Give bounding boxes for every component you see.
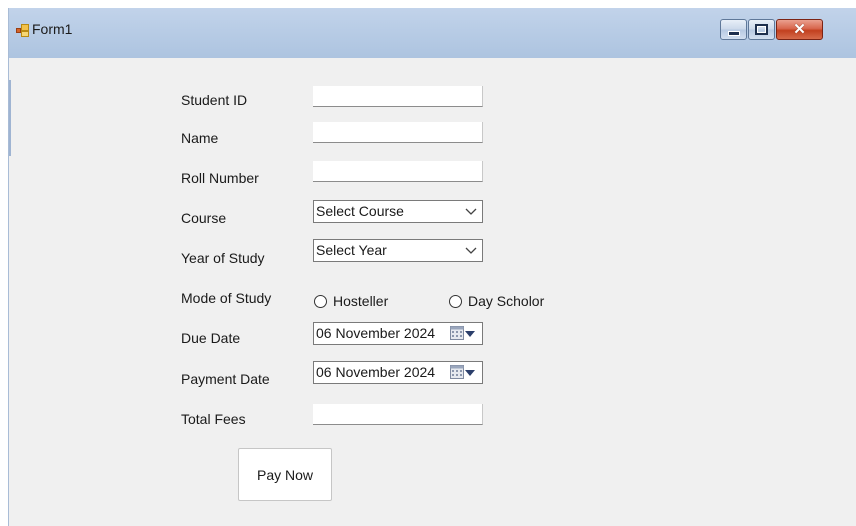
- hosteller-radio-label: Hosteller: [333, 293, 389, 309]
- radio-circle-icon: [314, 294, 327, 308]
- form-app-icon: [16, 24, 29, 37]
- name-input[interactable]: [313, 122, 483, 143]
- day-scholor-radio-label: Day Scholor: [468, 293, 545, 309]
- chevron-down-icon: [465, 247, 477, 254]
- payment-date-label: Payment Date: [181, 371, 270, 387]
- title-bar[interactable]: Form1 ✕: [9, 8, 856, 58]
- dropdown-arrow-icon[interactable]: [465, 370, 475, 376]
- course-label: Course: [181, 210, 227, 226]
- pay-now-button[interactable]: Pay Now: [238, 448, 332, 501]
- minimize-button[interactable]: [720, 19, 747, 40]
- close-button[interactable]: ✕: [776, 19, 823, 40]
- maximize-button[interactable]: [748, 19, 775, 40]
- year-dropdown[interactable]: Select Year: [313, 239, 483, 262]
- dropdown-arrow-icon[interactable]: [465, 331, 475, 337]
- total-fees-input[interactable]: [313, 404, 483, 425]
- student-id-label: Student ID: [181, 92, 248, 108]
- window-edge-highlight: [9, 80, 11, 156]
- course-dropdown[interactable]: Select Course: [313, 200, 483, 223]
- chevron-down-icon: [465, 208, 477, 215]
- total-fees-label: Total Fees: [181, 411, 246, 427]
- payment-date-picker[interactable]: 06 November 2024: [313, 361, 483, 384]
- maximize-icon: [755, 24, 768, 35]
- name-label: Name: [181, 130, 219, 146]
- calendar-icon[interactable]: [450, 365, 464, 379]
- due-date-value: 06 November 2024: [316, 325, 436, 341]
- close-icon: ✕: [793, 21, 806, 38]
- due-date-picker[interactable]: 06 November 2024: [313, 322, 483, 345]
- hosteller-radio[interactable]: Hosteller: [314, 293, 388, 309]
- calendar-icon[interactable]: [450, 326, 464, 340]
- day-scholor-radio[interactable]: Day Scholor: [449, 293, 544, 309]
- roll-number-label: Roll Number: [181, 170, 259, 186]
- course-selected-value: Select Course: [316, 203, 404, 219]
- window-title: Form1: [32, 21, 73, 37]
- year-selected-value: Select Year: [316, 242, 387, 258]
- year-of-study-label: Year of Study: [181, 250, 265, 266]
- payment-date-value: 06 November 2024: [316, 364, 436, 380]
- roll-number-input[interactable]: [313, 161, 483, 182]
- minimize-icon: [727, 30, 740, 36]
- due-date-label: Due Date: [181, 330, 241, 346]
- student-id-input[interactable]: [313, 86, 483, 107]
- radio-circle-icon: [449, 294, 462, 308]
- mode-of-study-label: Mode of Study: [181, 290, 272, 306]
- form-window: Form1 ✕ Student ID Name Roll Number Cour…: [8, 8, 856, 526]
